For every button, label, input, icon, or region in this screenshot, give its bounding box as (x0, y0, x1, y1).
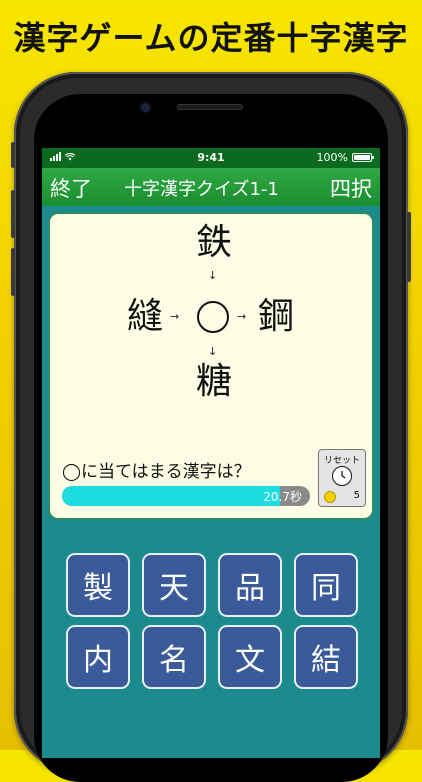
blank-circle-icon (197, 301, 229, 333)
choice-button[interactable]: 文 (218, 625, 282, 689)
kanji-right: 鋼 (258, 296, 295, 337)
mode-label: 四択 (330, 177, 372, 201)
quiz-title: 十字漢字クイズ1-1 (124, 179, 279, 200)
choice-button[interactable]: 結 (294, 625, 358, 689)
clock-icon (332, 466, 352, 486)
earpiece-speaker (177, 104, 243, 110)
quit-button[interactable]: 終了 (50, 173, 92, 203)
status-bar: 9:41 100% (42, 148, 380, 168)
battery-percent: 100% (316, 151, 348, 164)
app-screen: 9:41 100% 終了 十字漢字クイズ1-1 四択 鉄 ↓ 縫 → → 鋼 ↓… (42, 148, 380, 758)
volume-up-button (11, 190, 15, 238)
timer-bar: 20.7秒 (62, 486, 310, 506)
mute-switch (11, 142, 15, 168)
reset-label: リセット (323, 456, 360, 466)
question-text: ◯に当てはまる漢字は？ (62, 462, 251, 482)
choice-button[interactable]: 品 (218, 553, 282, 617)
kanji-left: 縫 (127, 296, 164, 337)
choice-button[interactable]: 製 (66, 553, 130, 617)
kanji-top: 鉄 (196, 222, 233, 263)
arrow-right-center: → (237, 310, 247, 323)
arrow-right-left: → (170, 310, 180, 323)
smile-icon (324, 491, 336, 503)
question-card: 鉄 ↓ 縫 → → 鋼 ↓ 糖 ◯に当てはまる漢字は？ 20.7秒 リセット 5 (48, 212, 374, 520)
kanji-bottom: 糖 (196, 361, 233, 402)
battery-icon (352, 153, 374, 162)
front-camera-icon (141, 103, 150, 112)
choice-button[interactable]: 同 (294, 553, 358, 617)
volume-down-button (11, 248, 15, 296)
choice-grid: 製天品同内名文結 (66, 553, 358, 708)
reset-button[interactable]: リセット 5 (318, 449, 366, 507)
power-button (407, 212, 411, 282)
title-bar: 終了 十字漢字クイズ1-1 四択 (42, 168, 380, 206)
choice-button[interactable]: 天 (142, 553, 206, 617)
status-right: 100% (316, 151, 374, 164)
arrow-down-top: ↓ (208, 269, 218, 282)
timer-fill (62, 486, 281, 506)
arrow-down-center: ↓ (208, 345, 218, 358)
timer-text: 20.7秒 (263, 490, 302, 504)
choice-button[interactable]: 名 (142, 625, 206, 689)
reset-count: 5 (353, 490, 360, 501)
choice-button[interactable]: 内 (66, 625, 130, 689)
promo-title: 漢字ゲームの定番十字漢字 (13, 19, 409, 57)
